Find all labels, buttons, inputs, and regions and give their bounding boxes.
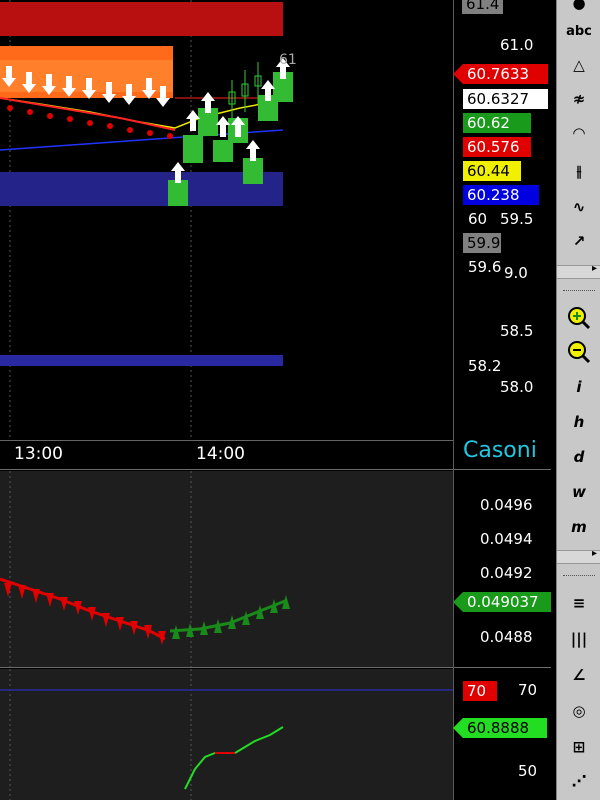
pointer-icon[interactable]: ●	[561, 0, 597, 16]
toolbar-grip-1[interactable]	[563, 290, 595, 294]
vertical-lines-icon[interactable]: |||	[561, 626, 597, 652]
collapse-group-1[interactable]	[557, 263, 600, 279]
watermark-label: Casoni	[463, 438, 537, 463]
corner-marker: 61	[279, 52, 297, 68]
rsi-line-green-2	[234, 726, 284, 754]
axis-label-59-0: 9.0	[504, 264, 528, 282]
zoom-in-icon[interactable]	[561, 305, 597, 331]
resistance-band-red	[0, 2, 283, 36]
indicator-pane-1[interactable]	[0, 471, 453, 667]
collapse-group-2[interactable]	[557, 548, 600, 564]
indicator-pane-2[interactable]	[0, 669, 453, 800]
axis-label-58-5: 58.5	[500, 322, 534, 340]
price-chart-canvas[interactable]	[0, 0, 453, 470]
period-weekly-button[interactable]: w	[561, 479, 597, 505]
indicator1-canvas[interactable]	[0, 471, 453, 667]
ind1-axis-label-0496: 0.0496	[480, 496, 533, 514]
pencil-icon[interactable]: ↗	[561, 228, 597, 254]
price-tag-yellow: 60.44	[463, 161, 521, 181]
support-band-low	[0, 355, 283, 366]
time-label-1400: 14:00	[196, 444, 245, 464]
price-tag-blue: 60.238	[463, 185, 539, 205]
price-candles	[228, 62, 262, 120]
axis-label-60: 60	[468, 210, 488, 228]
ind1-axis-label-0494: 0.0494	[480, 530, 533, 548]
cycle-lines-icon[interactable]: ⫲	[561, 158, 597, 184]
axis-label-58-0: 58.0	[500, 378, 534, 396]
top-price-label: 61.4	[462, 0, 504, 14]
drawing-toolbar: ● abc △ ≉ ◠ ⫲ ∿ ↗ i h d w m ≡ ||| ∠ ◎ ⊞ …	[556, 0, 600, 800]
toolbar-grip-2[interactable]	[563, 575, 595, 579]
triangle-tool-icon[interactable]: △	[561, 52, 597, 78]
price-chart-pane[interactable]: 61 13:00 14:00	[0, 0, 453, 470]
indicator2-level-tag: 70	[463, 681, 497, 701]
freehand-icon[interactable]: ∿	[561, 194, 597, 220]
zoom-out-icon[interactable]	[561, 339, 597, 365]
period-daily-button[interactable]: d	[561, 444, 597, 470]
pane-separator-2[interactable]	[0, 667, 551, 668]
angle-tool-icon[interactable]: ∠	[561, 662, 597, 688]
indicator1-value-tag: 0.049037	[453, 592, 551, 612]
horizontal-lines-icon[interactable]: ≡	[561, 590, 597, 616]
price-tag-red: 60.576	[463, 137, 531, 157]
axis-label-59-5: 59.5	[500, 210, 534, 228]
price-tag-gray: 59.9	[463, 233, 501, 253]
ind2-axis-label-50: 50	[518, 762, 538, 780]
parallel-lines-icon[interactable]: ≉	[561, 86, 597, 112]
ind1-axis-label-0492: 0.0492	[480, 564, 533, 582]
time-label-1300: 13:00	[14, 444, 63, 464]
period-hourly-button[interactable]: h	[561, 409, 597, 435]
red-average-line	[0, 97, 176, 131]
price-tag-red-high: 60.7633	[453, 64, 548, 84]
time-axis-line	[0, 440, 453, 441]
indicator2-value-tag: 60.8888	[453, 718, 547, 738]
arcs-tool-icon[interactable]: ◎	[561, 698, 597, 724]
grid-tool-icon[interactable]: ⊞	[561, 734, 597, 760]
arc-tool-icon[interactable]: ◠	[561, 120, 597, 146]
period-intraday-button[interactable]: i	[561, 374, 597, 400]
fan-tool-icon[interactable]: ⋰	[561, 768, 597, 794]
axis-label-59-6: 59.6	[468, 258, 502, 276]
pane-separator-1[interactable]	[0, 469, 551, 470]
period-monthly-button[interactable]: m	[561, 514, 597, 540]
ind1-axis-label-0488: 0.0488	[480, 628, 533, 646]
price-tag-green: 60.62	[463, 113, 531, 133]
axis-label-61: 61.0	[500, 36, 534, 54]
indicator1-bear-arrows	[4, 583, 166, 645]
axis-divider-3	[453, 0, 454, 800]
rsi-line-green	[184, 752, 216, 790]
indicator1-bull-line	[169, 599, 286, 633]
support-band-navy	[0, 172, 283, 206]
indicator2-canvas[interactable]	[0, 669, 453, 800]
text-tool-button[interactable]: abc	[561, 18, 597, 44]
ind2-axis-label-70: 70	[518, 681, 538, 699]
bearish-markers	[7, 105, 173, 139]
price-tag-last: 60.6327	[463, 89, 548, 109]
indicator1-bull-arrows	[172, 595, 290, 639]
axis-label-58-2: 58.2	[468, 357, 502, 375]
